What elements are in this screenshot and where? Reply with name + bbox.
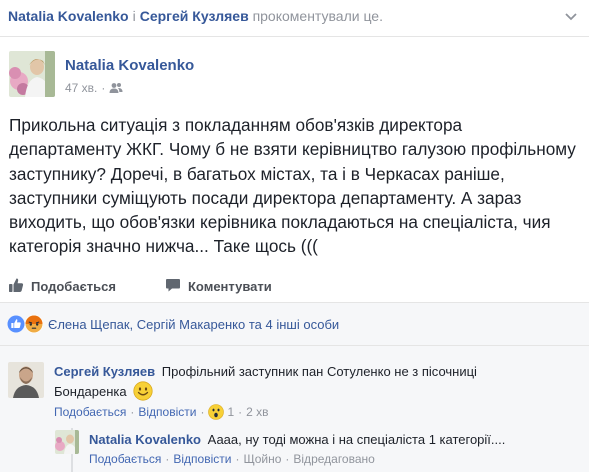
angry-reaction-icon bbox=[24, 314, 44, 334]
comment-label: Коментувати bbox=[188, 279, 272, 294]
reply-time[interactable]: Щойно bbox=[243, 452, 281, 466]
friends-icon[interactable] bbox=[109, 82, 123, 94]
reactions-bar: Єлена Щепак, Сергій Макаренко та 4 інші … bbox=[0, 303, 589, 345]
reply-like-link[interactable]: Подобається bbox=[89, 452, 161, 466]
notice-name-2[interactable]: Сергей Кузляев bbox=[140, 8, 249, 24]
notice-separator: і bbox=[132, 8, 136, 24]
like-reaction-icon bbox=[7, 315, 25, 333]
post-actions: Подобається Коментувати bbox=[0, 268, 589, 302]
chevron-down-icon[interactable] bbox=[563, 8, 579, 24]
like-label: Подобається bbox=[31, 279, 116, 294]
smile-emoji-icon bbox=[133, 381, 153, 401]
avatar[interactable] bbox=[9, 51, 55, 97]
reaction-names[interactable]: Єлена Щепак, Сергій Макаренко та 4 інші … bbox=[48, 317, 339, 332]
divider bbox=[0, 36, 589, 37]
notice-suffix: прокоментували це. bbox=[252, 8, 383, 24]
wow-reaction-icon[interactable] bbox=[208, 404, 225, 420]
comment-author[interactable]: Сергей Кузляев bbox=[54, 364, 155, 379]
reply-author[interactable]: Natalia Kovalenko bbox=[89, 432, 201, 447]
comment-reply-link[interactable]: Відповісти bbox=[138, 405, 196, 419]
comment-reaction-count[interactable]: 1 bbox=[227, 405, 234, 419]
comment-like-link[interactable]: Подобається bbox=[54, 405, 126, 419]
comment-meta: Подобається · Відповісти · 1 · 2 хв bbox=[54, 404, 269, 420]
reply-edited[interactable]: Відредаговано bbox=[293, 452, 374, 466]
comment-button[interactable]: Коментувати bbox=[165, 277, 272, 296]
post-text: Прикольна ситуація з покладанням обов'яз… bbox=[9, 115, 576, 257]
post-meta: 47 хв. · bbox=[65, 81, 123, 95]
comment-time[interactable]: 2 хв bbox=[246, 405, 268, 419]
comment-body: Сергей Кузляев Профільний заступник пан … bbox=[54, 362, 544, 401]
post-time[interactable]: 47 хв. bbox=[65, 81, 97, 95]
reply-text: Аааа, ну тоді можна і на спеціаліста 1 к… bbox=[207, 432, 506, 447]
activity-notice: Natalia Kovalenko і Сергей Кузляев прокоме… bbox=[8, 8, 383, 24]
speech-bubble-icon bbox=[165, 277, 181, 296]
notice-name-1[interactable]: Natalia Kovalenko bbox=[8, 8, 129, 24]
reply-avatar[interactable] bbox=[55, 430, 79, 454]
like-button[interactable]: Подобається bbox=[8, 277, 116, 296]
thumbs-up-icon bbox=[8, 277, 24, 296]
comment-avatar[interactable] bbox=[8, 362, 44, 398]
reply-body: Natalia Kovalenko Аааа, ну тоді можна і … bbox=[89, 430, 579, 449]
reply-meta: Подобається · Відповісти · Щойно · Відре… bbox=[89, 452, 375, 466]
post-card: Natalia Kovalenko і Сергей Кузляев прокоме… bbox=[0, 0, 589, 472]
reply-reply-link[interactable]: Відповісти bbox=[173, 452, 231, 466]
reaction-icons[interactable] bbox=[7, 314, 45, 334]
post-author[interactable]: Natalia Kovalenko bbox=[65, 57, 194, 74]
